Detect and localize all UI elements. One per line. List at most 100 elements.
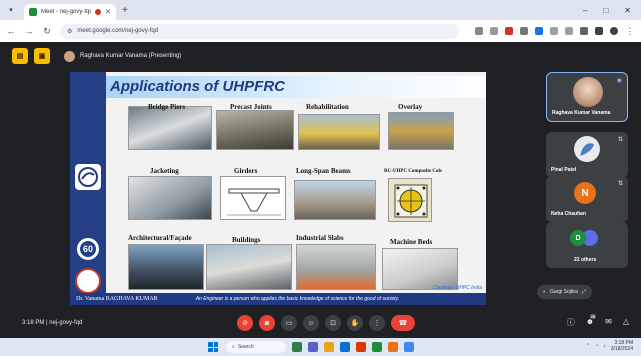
browser-toolbar: ← → ↻ ⚙ meet.google.com/nej-govy-fqd ⋮: [0, 20, 641, 42]
meeting-info: 3:18 PM | nej-govy-fqd: [22, 320, 82, 326]
pinned-participant-chip[interactable]: ◐ Gargi Sojitra ⤢: [537, 285, 592, 299]
slide-credit: Courtesy: UHPC India: [432, 285, 482, 291]
label-jacketing: Jacketing: [150, 167, 179, 175]
site-info-icon[interactable]: ⚙: [67, 28, 72, 35]
pinal-avatar-icon: [580, 143, 594, 156]
extension-grid-icon[interactable]: [550, 27, 558, 35]
raise-hand-button[interactable]: ✋: [347, 315, 363, 331]
camera-off-button[interactable]: ◙: [259, 315, 275, 331]
people-button[interactable]: ☻ 26: [586, 314, 597, 328]
photo-precast-joints: [216, 110, 294, 150]
profile-icon[interactable]: [595, 27, 603, 35]
layout-icon[interactable]: ▤: [12, 48, 28, 64]
more-options-button[interactable]: ⋮: [369, 315, 385, 331]
participant-tile-others[interactable]: D 22 others: [546, 222, 628, 268]
extension-red-icon[interactable]: [505, 27, 513, 35]
browser-app-icon[interactable]: [404, 342, 414, 352]
back-icon[interactable]: ←: [6, 26, 16, 36]
meet-controls-bar: 3:18 PM | nej-govy-fqd ⊘ ◙ ▭ ☺ ⊡ ✋ ⋮ ☎ ⓘ…: [0, 312, 641, 338]
captions-button[interactable]: ▭: [281, 315, 297, 331]
participant-name: Neha Chauhan: [551, 211, 587, 217]
participant-avatar: N: [574, 182, 596, 204]
emoji-button[interactable]: ☺: [303, 315, 319, 331]
new-tab-button[interactable]: +: [122, 5, 128, 16]
call-controls: ⊘ ◙ ▭ ☺ ⊡ ✋ ⋮ ☎: [237, 315, 415, 331]
participant-tile-raghava[interactable]: ◉ Raghava Kumar Vanama: [546, 72, 628, 122]
slide-author: Dr. Vanama RAGHAVA KUMAR: [76, 296, 158, 302]
meet-stage: ▤ ▣ Raghava Kumar Vanama (Presenting) Ap…: [0, 42, 641, 338]
extension-puzzle-icon[interactable]: [565, 27, 573, 35]
teams-app-icon[interactable]: [308, 342, 318, 352]
address-bar[interactable]: ⚙ meet.google.com/nej-govy-fqd: [60, 23, 459, 39]
tray-chevron-icon[interactable]: ⌃: [586, 343, 590, 349]
anniversary-60-icon: 60: [77, 238, 99, 260]
participant-name: Pinal Patel: [551, 167, 577, 173]
label-girders: Girders: [234, 167, 258, 175]
edge-app-icon[interactable]: [340, 342, 350, 352]
office-app-icon[interactable]: [356, 342, 366, 352]
maximize-button[interactable]: □: [603, 6, 608, 15]
info-icon[interactable]: ⓘ: [567, 317, 575, 328]
photo-rehabilitation: [298, 114, 380, 150]
photo-composite-cols: [388, 178, 432, 222]
chat-icon[interactable]: ✉: [605, 317, 612, 328]
close-tab-icon[interactable]: ✕: [105, 8, 111, 16]
forward-icon[interactable]: →: [24, 26, 34, 36]
mic-muted-icon: ⇅: [617, 181, 623, 187]
taskbar-search-label: Search: [237, 344, 254, 350]
presenter-avatar: [64, 50, 75, 62]
activities-icon[interactable]: △: [623, 317, 629, 328]
windows-start-icon[interactable]: [208, 342, 218, 352]
slide-title: Applications of UHPFRC: [110, 78, 285, 95]
sidepanel-icon[interactable]: [580, 27, 588, 35]
present-button[interactable]: ⊡: [325, 315, 341, 331]
presenter-bar: ▤ ▣ Raghava Kumar Vanama (Presenting): [12, 48, 181, 64]
photo-long-span-beams: [294, 180, 376, 220]
download-icon[interactable]: [475, 27, 483, 35]
mic-off-button[interactable]: ⊘: [237, 315, 253, 331]
expand-icon[interactable]: ⤢: [582, 289, 586, 295]
photo-girders: [220, 176, 286, 220]
avatar-icon[interactable]: [610, 27, 618, 35]
pinned-name: Gargi Sojitra: [550, 289, 578, 295]
reload-icon[interactable]: ↻: [42, 26, 52, 37]
photo-facade: [128, 244, 204, 290]
minimize-button[interactable]: ‒: [583, 6, 587, 15]
slide-quote: An Engineer is a person who applies the …: [195, 296, 400, 302]
taskbar-search[interactable]: ⌕ Search: [226, 341, 286, 353]
bookmark-star-icon[interactable]: [490, 27, 498, 35]
emblem-logo: [75, 268, 101, 294]
browser-tabstrip: ▾ Meet - nej-govy-fqd ✕ + ‒ □ ✕: [0, 0, 641, 20]
photo-overlay: [388, 112, 454, 150]
photo-machine-beds: [382, 248, 458, 290]
participant-tile-neha[interactable]: N ⇅ Neha Chauhan: [546, 176, 628, 222]
present-icon[interactable]: ▣: [34, 48, 50, 64]
os-taskbar: ⌕ Search ⌃ ◔ ♪ 3:18 PM 3/18/2024: [0, 338, 641, 356]
chrome-app-icon[interactable]: [372, 342, 382, 352]
explorer-app-icon[interactable]: [324, 342, 334, 352]
extension-gear-icon[interactable]: [520, 27, 528, 35]
participant-avatar: [573, 77, 603, 107]
participant-tile-pinal[interactable]: ⇅ Pinal Patel: [546, 132, 628, 178]
label-composite-cols: RC-UHPC Composite Cols: [384, 169, 442, 174]
label-bridge-piers: Bridge Piers: [148, 103, 186, 111]
label-buildings: Buildings: [232, 236, 261, 244]
widgets-app-icon[interactable]: [292, 342, 302, 352]
mic-muted-icon: ⇅: [617, 137, 623, 143]
firefox-app-icon[interactable]: [388, 342, 398, 352]
extension-blue-icon[interactable]: [535, 27, 543, 35]
wifi-icon[interactable]: ◔: [595, 343, 598, 349]
participant-name: Raghava Kumar Vanama: [552, 110, 611, 116]
taskbar-clock[interactable]: 3:18 PM 3/18/2024: [611, 340, 633, 352]
institute-logo: [75, 164, 101, 190]
leave-call-button[interactable]: ☎: [391, 315, 415, 331]
meeting-code: nej-govy-fqd: [49, 320, 83, 326]
tab-meet[interactable]: Meet - nej-govy-fqd ✕: [24, 4, 116, 20]
system-tray: ⌃ ◔ ♪ 3:18 PM 3/18/2024: [586, 340, 633, 352]
menu-kebab-icon[interactable]: ⋮: [625, 26, 635, 37]
close-window-button[interactable]: ✕: [624, 6, 631, 15]
tab-search-icon[interactable]: ▾: [4, 3, 18, 17]
meeting-separator: |: [46, 320, 48, 326]
volume-icon[interactable]: ♪: [603, 343, 606, 349]
label-precast-joints: Precast Joints: [230, 103, 272, 111]
